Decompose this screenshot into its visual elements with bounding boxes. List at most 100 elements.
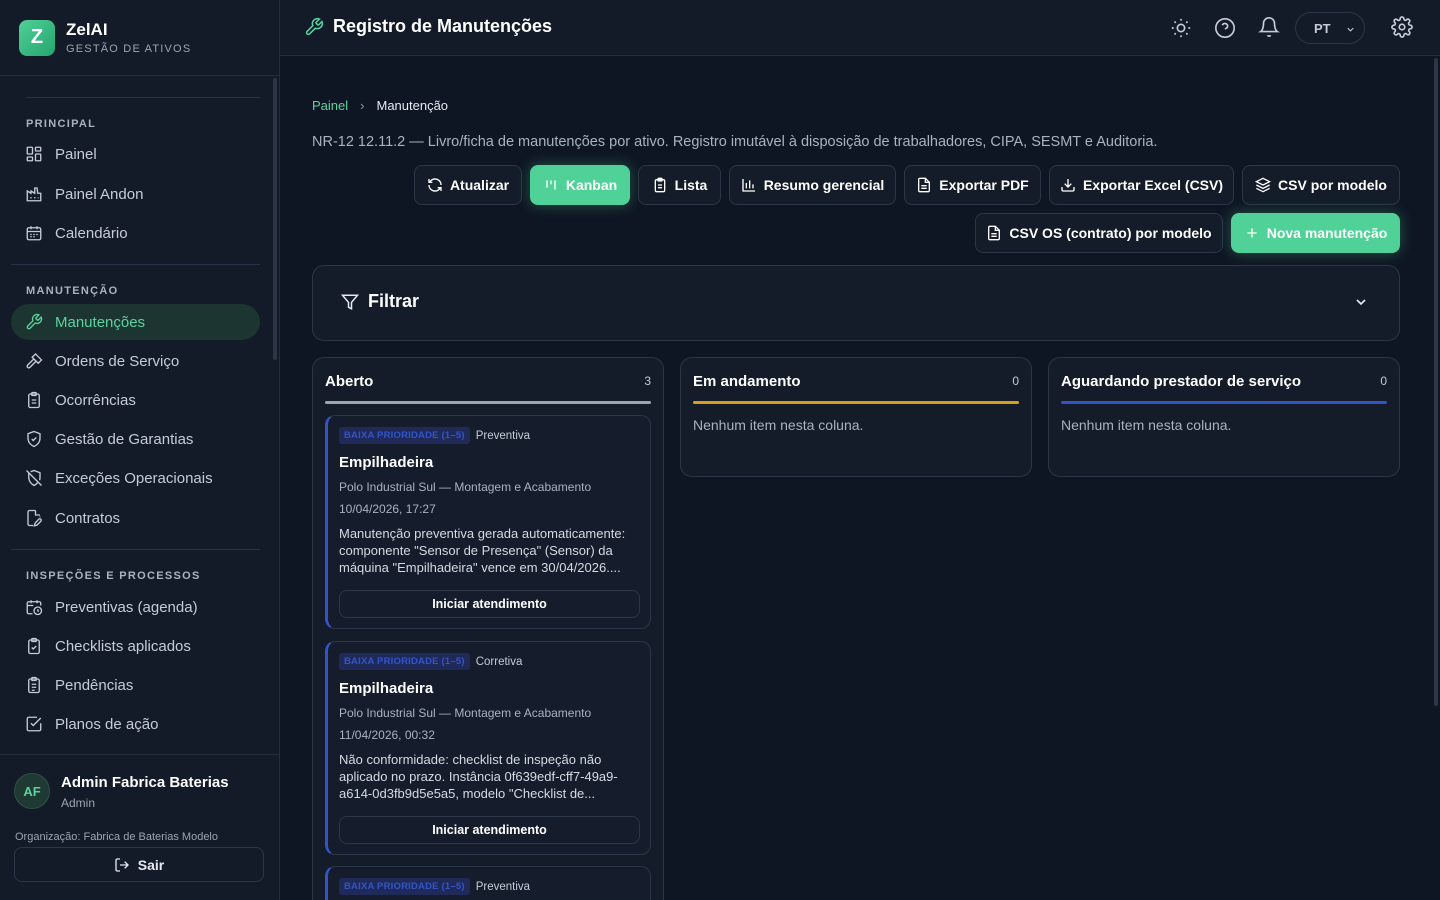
sidebar-item-label: Painel Andon [55,185,144,203]
plus-icon [1247,228,1257,238]
csv-template-button[interactable]: CSV por modelo [1242,165,1400,205]
organization-label: Organização: Fabrica de Baterias Modelo [15,831,218,843]
list-view-button[interactable]: Lista [638,165,721,205]
language-select[interactable]: PT [1295,12,1365,44]
divider [11,549,260,550]
sidebar-item-pendencias[interactable]: Pendências [11,667,260,703]
bell-icon[interactable] [1258,16,1280,38]
start-service-button[interactable]: Iniciar atendimento [339,590,640,618]
maintenance-type: Preventiva [475,880,531,893]
column-title: Aguardando prestador de serviço [1061,373,1302,390]
user-panel: AF Admin Fabrica Baterias Admin Organiza… [0,754,279,900]
user-name: Admin Fabrica Baterias [61,774,229,791]
kanban-column-em-andamento: Em andamento 0 Nenhum item nesta coluna. [680,357,1032,477]
sidebar-item-preventivas[interactable]: Preventivas (agenda) [11,589,260,625]
sidebar-item-contratos[interactable]: Contratos [11,500,260,536]
maintenance-type: Preventiva [475,429,531,442]
help-icon[interactable] [1214,17,1236,39]
sidebar-item-label: Gestão de Garantias [55,430,194,448]
card-badges: BAIXA PRIORIDADE (1–5) Corretiva [339,653,522,670]
bar-chart-icon [742,179,755,192]
layers-icon [1255,177,1272,193]
sidebar-item-checklists[interactable]: Checklists aplicados [11,628,260,664]
sidebar-item-label: Ocorrências [55,391,136,409]
filter-panel[interactable]: Filtrar [312,265,1400,341]
column-title: Aberto [325,373,374,390]
summary-report-button[interactable]: Resumo gerencial [729,165,896,205]
section-title-manutencao: MANUTENÇÃO [26,285,119,297]
priority-badge: BAIXA PRIORIDADE (1–5) [339,878,470,895]
sidebar-item-painel[interactable]: Painel [11,136,260,172]
download-icon [1061,179,1075,192]
sidebar-item-calendario[interactable]: Calendário [11,215,260,251]
brand-name: ZelAI [66,19,108,39]
sidebar: Z ZelAI GESTÃO DE ATIVOS PRINCIPAL Paine… [0,0,280,900]
new-maintenance-button[interactable]: Nova manutenção [1231,213,1400,253]
sidebar-item-label: Painel [55,145,97,163]
filter-header: Filtrar [341,291,419,312]
card-title: Empilhadeira [339,454,434,471]
kanban-view-button[interactable]: Kanban [530,165,630,205]
sidebar-item-label: Preventivas (agenda) [55,598,198,616]
sidebar-item-label: Calendário [55,224,128,242]
sidebar-item-label: Ordens de Serviço [55,352,180,370]
maintenance-card[interactable]: BAIXA PRIORIDADE (1–5) Preventiva Empilh… [325,415,651,629]
dashboard-icon [26,146,42,162]
divider [26,97,260,98]
sidebar-item-painel-andon[interactable]: Painel Andon [11,176,260,212]
column-header: Aberto 3 [325,373,651,404]
shield-check-icon [27,430,41,448]
kanban-column-aberto: Aberto 3 BAIXA PRIORIDADE (1–5) Preventi… [312,357,664,900]
list-label: Lista [674,177,708,193]
factory-icon [26,187,42,202]
clipboard-icon [28,391,40,409]
gear-icon[interactable] [1391,16,1413,38]
filter-icon [341,294,359,310]
main-scrollbar[interactable] [1434,58,1438,706]
sidebar-item-planos-de-acao[interactable]: Planos de ação [11,706,260,742]
maintenance-type: Corretiva [475,655,523,668]
clipboard-list-icon [654,177,665,193]
breadcrumb-link-painel[interactable]: Painel [312,98,348,113]
breadcrumb: Painel › Manutenção [312,98,448,113]
kanban-column-aguardando-prestador: Aguardando prestador de serviço 0 Nenhum… [1048,357,1400,477]
calendar-icon [26,226,42,241]
section-title-inspecoes: INSPEÇÕES E PROCESSOS [26,570,201,582]
card-date: 11/04/2026, 00:32 [339,728,435,742]
language-value: PT [1314,20,1331,36]
refresh-button[interactable]: Atualizar [414,165,522,205]
sidebar-item-label: Planos de ação [55,715,159,733]
sidebar-item-ordens-de-servico[interactable]: Ordens de Serviço [11,343,260,379]
export-excel-button[interactable]: Exportar Excel (CSV) [1049,165,1234,205]
priority-badge: BAIXA PRIORIDADE (1–5) [339,653,470,670]
chevron-right-icon: › [360,98,365,113]
priority-badge: BAIXA PRIORIDADE (1–5) [339,427,470,444]
column-count: 0 [1380,374,1387,388]
start-service-button[interactable]: Iniciar atendimento [339,816,640,844]
sidebar-item-label: Contratos [55,509,121,527]
logout-button[interactable]: Sair [14,847,264,882]
avatar: AF [14,773,50,809]
kanban-label: Kanban [565,177,618,193]
sidebar-item-gestao-de-garantias[interactable]: Gestão de Garantias [11,421,260,457]
file-edit-icon [27,509,42,527]
export-pdf-button[interactable]: Exportar PDF [904,165,1041,205]
user-role: Admin [61,796,96,810]
maintenance-card[interactable]: BAIXA PRIORIDADE (1–5) Preventiva [325,866,651,900]
chevron-down-icon[interactable] [1353,294,1369,310]
sidebar-item-manutencoes[interactable]: Manutenções [11,304,260,340]
card-description: Manutenção preventiva gerada automaticam… [339,526,626,575]
filter-label: Filtrar [368,291,420,311]
sidebar-scrollbar[interactable] [273,78,277,360]
card-description: Não conformidade: checklist de inspeção … [339,752,618,801]
clipboard-list-icon [28,676,40,694]
card-location: Polo Industrial Sul — Montagem e Acabame… [339,480,592,494]
card-badges: BAIXA PRIORIDADE (1–5) Preventiva [339,878,530,895]
breadcrumb-current: Manutenção [376,98,449,113]
column-count: 3 [644,374,651,388]
csv-os-template-button[interactable]: CSV OS (contrato) por modelo [975,213,1223,253]
sidebar-item-excecoes-operacionais[interactable]: Exceções Operacionais [11,460,260,496]
sidebar-item-ocorrencias[interactable]: Ocorrências [11,382,260,418]
sun-icon[interactable] [1170,17,1192,39]
maintenance-card[interactable]: BAIXA PRIORIDADE (1–5) Corretiva Empilha… [325,641,651,855]
